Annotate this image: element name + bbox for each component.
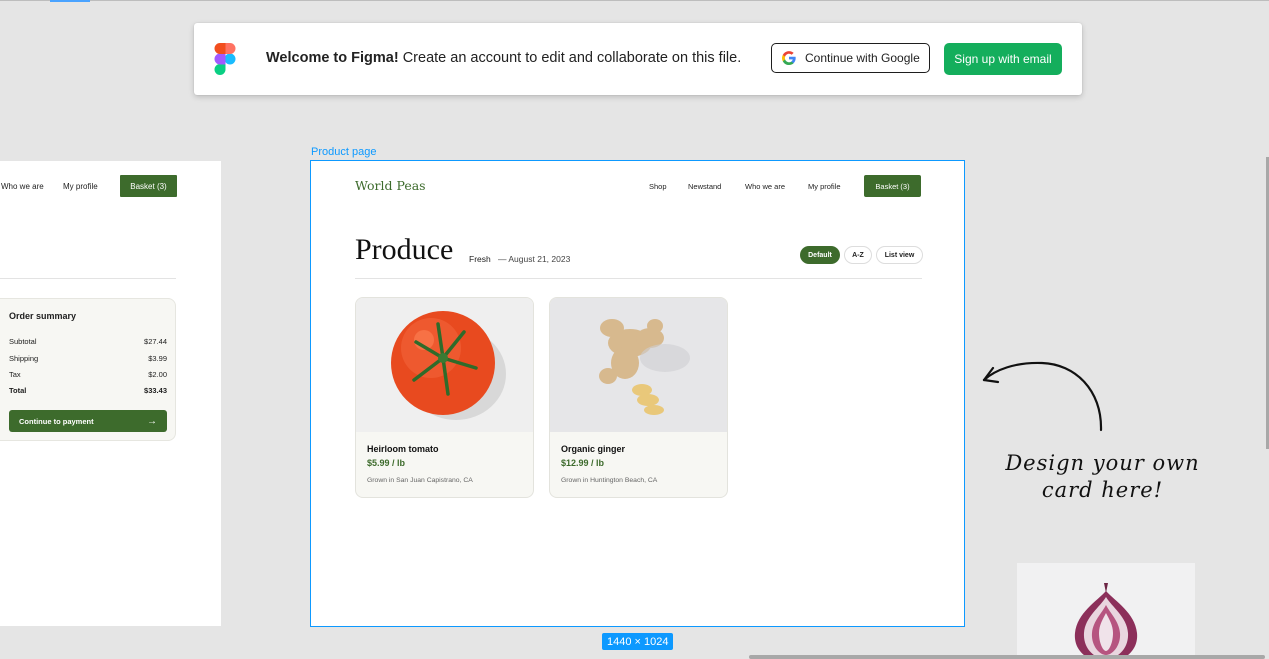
row-value: $27.44 bbox=[144, 337, 167, 346]
product-name: Heirloom tomato bbox=[367, 444, 439, 454]
row-value: $2.00 bbox=[148, 370, 167, 379]
tomato-image bbox=[356, 298, 533, 432]
product-origin: Grown in Huntington Beach, CA bbox=[561, 477, 658, 484]
arrow-right-icon: → bbox=[147, 415, 157, 427]
welcome-message: Welcome to Figma! Create an account to e… bbox=[266, 50, 741, 66]
product-card-ginger[interactable]: Organic ginger $12.99 / lb Grown in Hunt… bbox=[549, 297, 728, 498]
hand-drawn-arrow-icon bbox=[982, 361, 1103, 432]
welcome-banner: Welcome to Figma! Create an account to e… bbox=[194, 23, 1082, 95]
frame-label[interactable]: Product page bbox=[311, 146, 376, 158]
checkout-frame[interactable]: Who we are My profile Basket (3) Order s… bbox=[0, 161, 221, 626]
basket-button[interactable]: Basket (3) bbox=[120, 175, 177, 197]
order-summary-title: Order summary bbox=[9, 311, 77, 321]
nav-who-we-are[interactable]: Who we are bbox=[1, 182, 44, 191]
ginger-image bbox=[550, 298, 727, 432]
page-title: Produce bbox=[355, 233, 454, 266]
row-value: $33.43 bbox=[144, 386, 167, 395]
basket-button[interactable]: Basket (3) bbox=[864, 175, 921, 197]
google-icon bbox=[782, 51, 796, 65]
page-subtitle: Fresh bbox=[469, 254, 491, 264]
divider bbox=[355, 278, 922, 279]
product-card-tomato[interactable]: Heirloom tomato $5.99 / lb Grown in San … bbox=[355, 297, 534, 498]
summary-row-tax: Tax $2.00 bbox=[9, 370, 167, 379]
nav-who-we-are[interactable]: Who we are bbox=[745, 182, 785, 191]
product-page-frame[interactable]: World Peas Shop Newstand Who we are My p… bbox=[310, 160, 965, 627]
continue-to-payment-button[interactable]: Continue to payment → bbox=[9, 410, 167, 432]
divider bbox=[0, 278, 176, 279]
top-border bbox=[0, 0, 1269, 1]
filter-default[interactable]: Default bbox=[800, 246, 840, 264]
welcome-description: Create an account to edit and collaborat… bbox=[398, 50, 742, 66]
product-price: $5.99 / lb bbox=[367, 458, 406, 468]
onion-image bbox=[1074, 583, 1138, 659]
welcome-title: Welcome to Figma! bbox=[266, 50, 399, 66]
order-summary-card: Order summary Subtotal $27.44 Shipping $3.… bbox=[0, 298, 176, 441]
row-label: Total bbox=[9, 386, 27, 395]
button-label: Continue to payment bbox=[19, 416, 94, 426]
nav-shop[interactable]: Shop bbox=[649, 182, 667, 191]
google-button-label: Continue with Google bbox=[805, 51, 920, 65]
active-tab-indicator bbox=[50, 0, 90, 2]
site-logo[interactable]: World Peas bbox=[355, 178, 426, 193]
row-label: Subtotal bbox=[9, 337, 37, 346]
filter-list-view[interactable]: List view bbox=[876, 246, 923, 264]
product-origin: Grown in San Juan Capistrano, CA bbox=[367, 477, 473, 484]
sign-up-with-email-button[interactable]: Sign up with email bbox=[944, 43, 1062, 75]
filter-a-z[interactable]: A-Z bbox=[844, 246, 872, 264]
nav-my-profile[interactable]: My profile bbox=[63, 182, 98, 191]
annotation-line-2: card here! bbox=[1041, 478, 1164, 502]
row-label: Shipping bbox=[9, 354, 39, 363]
summary-row-total: Total $33.43 bbox=[9, 386, 167, 395]
product-price: $12.99 / lb bbox=[561, 458, 605, 468]
horizontal-scrollbar[interactable] bbox=[749, 655, 1265, 659]
onion-image-frame[interactable] bbox=[1017, 563, 1195, 659]
page-date: — August 21, 2023 bbox=[498, 254, 571, 264]
row-value: $3.99 bbox=[148, 354, 167, 363]
continue-with-google-button[interactable]: Continue with Google bbox=[771, 43, 930, 73]
product-name: Organic ginger bbox=[561, 444, 626, 454]
row-label: Tax bbox=[9, 370, 21, 379]
annotation-text: Design your own card here! bbox=[995, 450, 1210, 504]
nav-my-profile[interactable]: My profile bbox=[808, 182, 841, 191]
figma-logo-icon bbox=[214, 43, 236, 75]
frame-size-badge: 1440 × 1024 bbox=[602, 633, 674, 650]
nav-newstand[interactable]: Newstand bbox=[688, 182, 721, 191]
summary-row-subtotal: Subtotal $27.44 bbox=[9, 337, 167, 346]
summary-row-shipping: Shipping $3.99 bbox=[9, 354, 167, 363]
annotation-line-1: Design your own bbox=[1005, 451, 1200, 475]
